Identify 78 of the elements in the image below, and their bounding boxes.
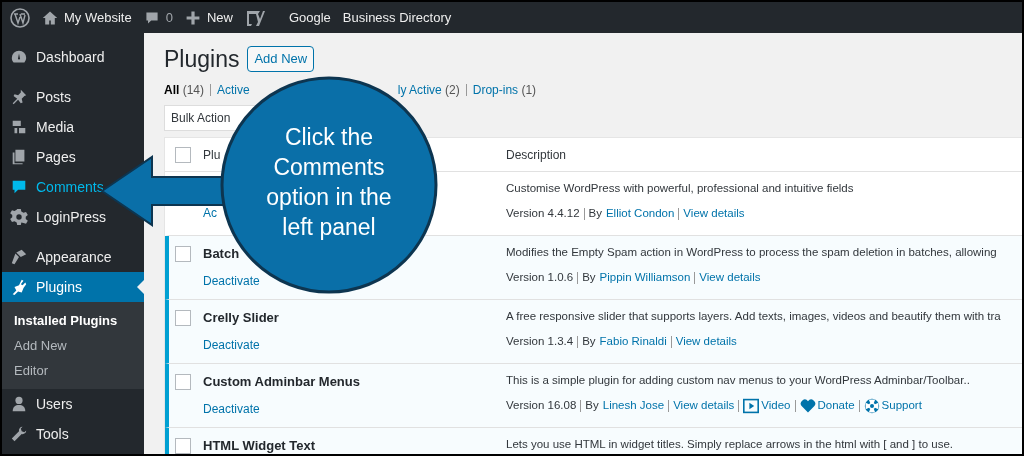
add-new-button[interactable]: Add New — [247, 46, 315, 72]
plugin-description: This is a simple plugin for adding custom nav menus to your WordPress Adminbar/Toolbar.. — [506, 373, 970, 388]
sidebar-item[interactable]: Media — [2, 112, 144, 142]
plugin-meta-link[interactable]: View details — [699, 269, 761, 287]
plugin-version: Version 1.0.6 — [506, 270, 574, 286]
user-icon — [10, 395, 28, 413]
plugin-meta-link[interactable]: Support — [863, 397, 922, 415]
by-label: By — [582, 270, 596, 286]
sidebar-item[interactable]: Plugins — [2, 272, 144, 302]
plugin-action-link[interactable]: Deactivate — [203, 335, 260, 354]
home-icon — [42, 9, 58, 26]
sidebar-item[interactable]: Posts — [2, 82, 144, 112]
sidebar-item[interactable]: Appearance — [2, 242, 144, 272]
column-header: Plu — [203, 146, 222, 164]
plugin-name: HTML Widget Text — [203, 437, 316, 454]
video-icon — [743, 397, 760, 414]
page-title: Plugins — [164, 45, 240, 73]
plugin-description: Lets you use HTML in widget titles. Simply replace arrows in the html with [ and ] to use. — [506, 437, 953, 452]
by-label: By — [585, 398, 599, 414]
submenu-item[interactable]: Editor — [2, 358, 144, 383]
plugin-action-link[interactable]: Deactivate — [203, 399, 260, 418]
row-checkbox[interactable] — [175, 310, 191, 326]
row-checkbox[interactable] — [175, 374, 191, 390]
plugin-meta-link[interactable]: Donate — [799, 397, 855, 415]
wordpress-logo-icon[interactable] — [10, 7, 30, 28]
comment-icon — [143, 9, 160, 26]
plugin-action-link[interactable]: Deactivate — [203, 271, 260, 290]
row-checkbox[interactable] — [175, 246, 191, 262]
filter-link[interactable]: All (14) — [164, 81, 205, 99]
plugin-meta-link[interactable]: View details — [673, 397, 735, 415]
site-link[interactable]: My Website — [42, 7, 132, 28]
by-label: By — [582, 334, 596, 350]
sidebar-item[interactable]: Users — [2, 389, 144, 419]
plus-icon — [184, 9, 201, 26]
plugin-name: Crelly Slider — [203, 309, 279, 327]
wrench-icon — [10, 425, 28, 443]
select-all-checkbox[interactable] — [175, 146, 191, 163]
plugin-description: A free responsive slider that supports layers. Add texts, images, videos and beautify them with tra — [506, 309, 1001, 324]
plugin-action-link[interactable]: Ac — [203, 204, 217, 222]
plugin-name: Batch — [203, 245, 240, 263]
pin-icon — [10, 88, 28, 106]
sidebar-item[interactable]: Dashboard — [2, 42, 144, 72]
plug-icon — [10, 278, 28, 296]
sidebar-item[interactable]: Tools — [2, 419, 144, 449]
filter-link[interactable]: Active — [217, 81, 250, 99]
media-icon — [10, 118, 28, 136]
comments-link[interactable]: 0 — [143, 7, 173, 28]
sidebar-item[interactable]: Comments — [2, 172, 144, 202]
author-link[interactable]: Elliot Condon — [605, 205, 675, 223]
by-label: By — [588, 206, 602, 222]
toolbar-link[interactable]: Google — [288, 7, 331, 28]
plugin-name: Custom Adminbar Menus — [203, 373, 360, 391]
submenu-item[interactable]: Installed Plugins — [2, 308, 144, 333]
plugin-description: Modifies the Empty Spam action in WordPress to process the spam deletion in batches, allowing — [506, 245, 997, 260]
plugin-version: Version 1.3.4 — [506, 334, 574, 350]
lifebuoy-icon — [863, 397, 880, 414]
plugin-meta-link[interactable]: View details — [683, 205, 745, 223]
current-item-notch — [137, 280, 144, 294]
plugin-version: Version 16.08 — [506, 398, 577, 414]
plugin-meta-link[interactable]: Video — [743, 397, 791, 415]
submenu-item[interactable]: Add New — [2, 333, 144, 358]
gear-icon — [10, 208, 28, 226]
plugin-version: Version 4.4.12 — [506, 206, 580, 222]
row-checkbox[interactable] — [175, 438, 191, 454]
sidebar-item[interactable]: Pages — [2, 142, 144, 172]
toolbar-link[interactable]: Business Directory — [342, 7, 452, 28]
filter-link[interactable]: Drop-ins (1) — [472, 81, 537, 99]
author-link[interactable]: Fabio Rinaldi — [599, 333, 667, 351]
plugin-description: Customise WordPress with powerful, professional and intuitive fields — [506, 181, 854, 196]
sidebar-item[interactable]: LoginPress — [2, 202, 144, 232]
filter-link[interactable]: ly Active (2) — [397, 81, 460, 99]
new-link[interactable]: New — [184, 7, 233, 28]
plugin-meta-link[interactable]: View details — [675, 333, 737, 351]
column-header: Description — [506, 146, 567, 164]
heart-icon — [799, 397, 816, 414]
author-link[interactable]: Linesh Jose — [602, 397, 665, 415]
author-link[interactable]: Pippin Williamson — [599, 269, 691, 287]
brush-icon — [10, 248, 28, 266]
